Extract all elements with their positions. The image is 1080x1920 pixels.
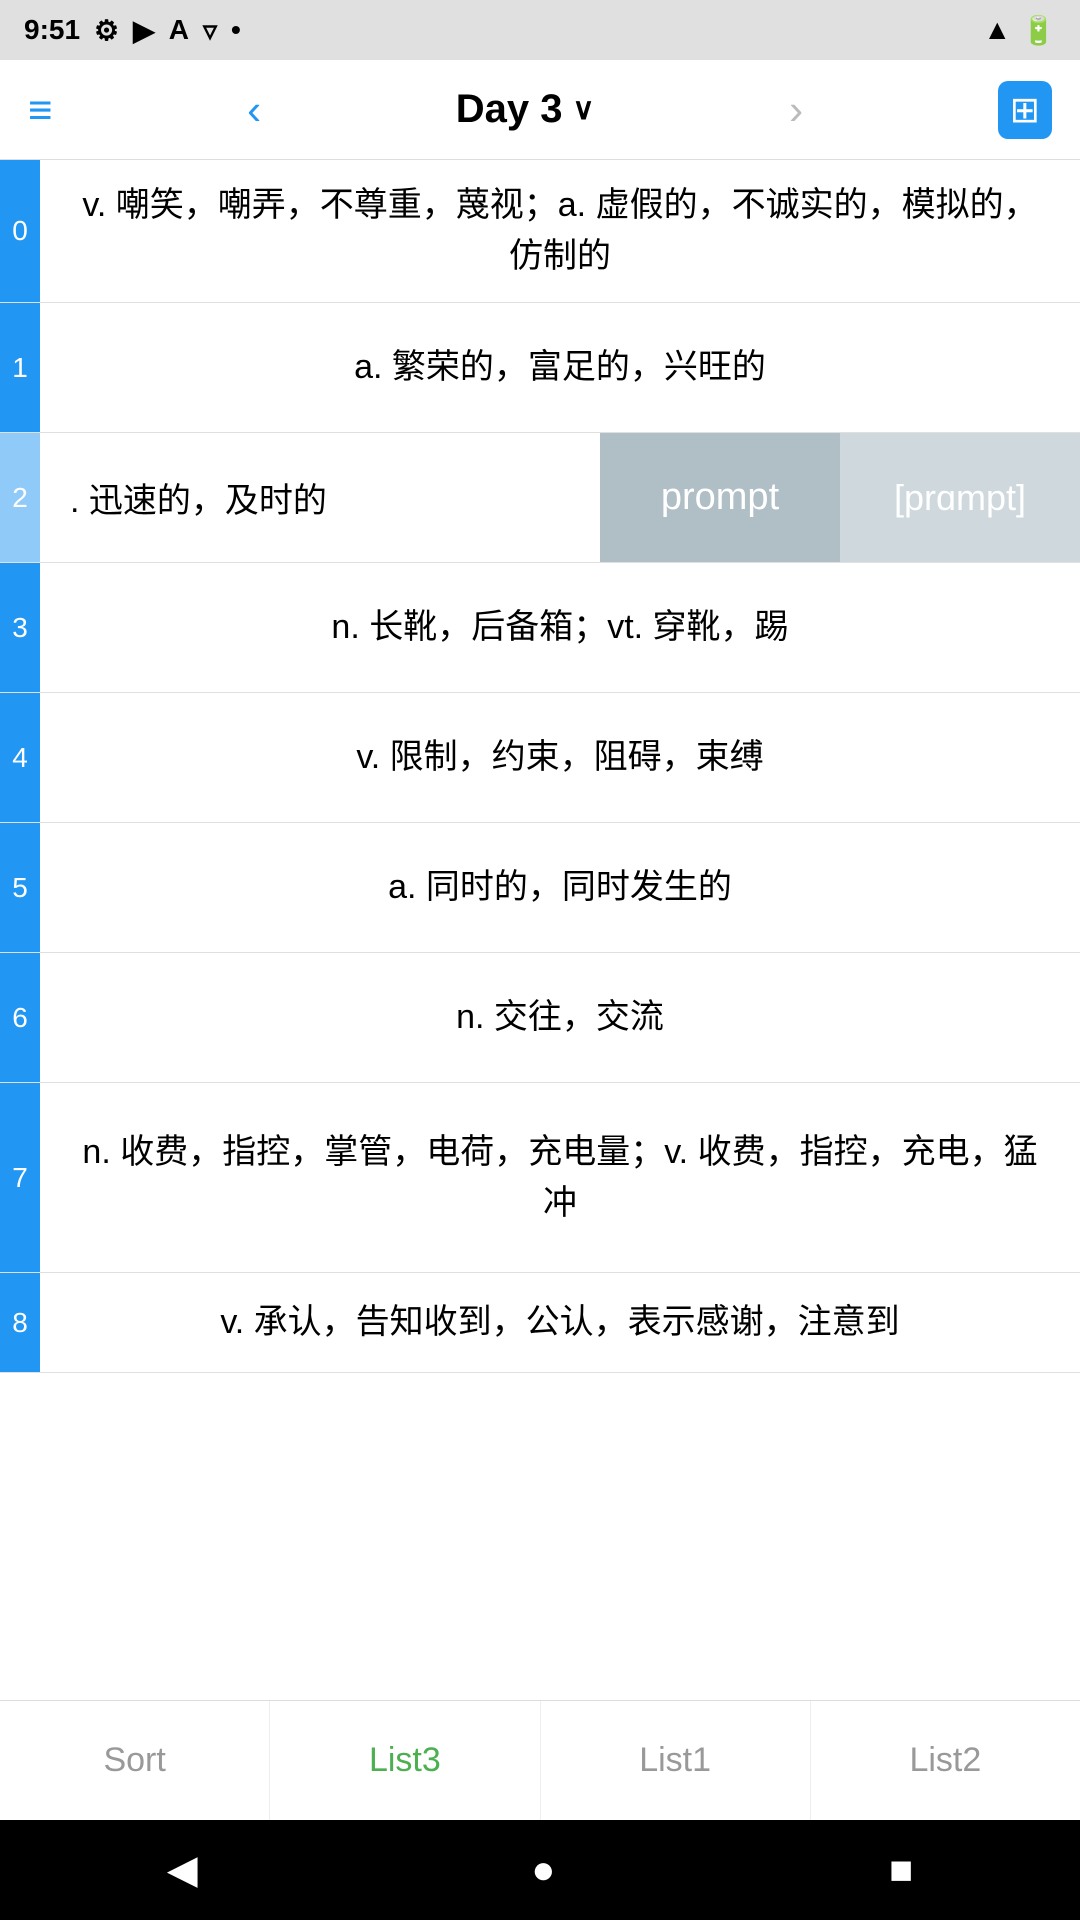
- android-nav-bar: ◀ ● ■: [0, 1820, 1080, 1920]
- word-index: 8: [0, 1273, 40, 1372]
- menu-icon[interactable]: ≡: [28, 86, 53, 134]
- wifi-icon: ▿: [203, 14, 217, 47]
- bottom-tab-bar: Sort List3 List1 List2: [0, 1700, 1080, 1820]
- android-back-button[interactable]: ◀: [167, 1847, 198, 1893]
- font-icon: A: [169, 14, 189, 46]
- word-item[interactable]: 0 v. 嘲笑，嘲弄，不尊重，蔑视；a. 虚假的，不诚实的，模拟的，仿制的: [0, 160, 1080, 303]
- word-definition: a. 繁荣的，富足的，兴旺的: [40, 303, 1080, 432]
- tab-list2[interactable]: List2: [811, 1701, 1080, 1820]
- chevron-down-icon: ∨: [573, 92, 595, 127]
- word-definition: v. 限制，约束，阻碍，束缚: [40, 693, 1080, 822]
- tab-list3[interactable]: List3: [270, 1701, 540, 1820]
- word-item[interactable]: 4 v. 限制，约束，阻碍，束缚: [0, 693, 1080, 823]
- word-item[interactable]: 3 n. 长靴，后备箱；vt. 穿靴，踢: [0, 563, 1080, 693]
- word-definition: v. 嘲笑，嘲弄，不尊重，蔑视；a. 虚假的，不诚实的，模拟的，仿制的: [40, 160, 1080, 302]
- play-icon: ▶: [133, 14, 155, 47]
- word-index: 7: [0, 1083, 40, 1272]
- word-definition: v. 承认，告知收到，公认，表示感谢，注意到: [40, 1273, 1080, 1372]
- signal-icon: ▲: [983, 14, 1011, 46]
- day-title[interactable]: Day 3 ∨: [456, 87, 595, 132]
- word-index: 0: [0, 160, 40, 302]
- tab-sort[interactable]: Sort: [0, 1701, 270, 1820]
- popup-phonetic-text: [prɑmpt]: [840, 433, 1080, 562]
- word-item[interactable]: 5 a. 同时的，同时发生的: [0, 823, 1080, 953]
- word-index: 4: [0, 693, 40, 822]
- word-item[interactable]: 1 a. 繁荣的，富足的，兴旺的: [0, 303, 1080, 433]
- android-recent-button[interactable]: ■: [889, 1848, 913, 1893]
- word-index: 2: [0, 433, 40, 562]
- battery-icon: 🔋: [1021, 14, 1056, 47]
- popup-word-text: prompt: [600, 433, 840, 562]
- tab-list1[interactable]: List1: [541, 1701, 811, 1820]
- word-index: 1: [0, 303, 40, 432]
- word-item[interactable]: 7 n. 收费，指控，掌管，电荷，充电量；v. 收费，指控，充电，猛冲: [0, 1083, 1080, 1273]
- word-list: 0 v. 嘲笑，嘲弄，不尊重，蔑视；a. 虚假的，不诚实的，模拟的，仿制的 1 …: [0, 160, 1080, 1700]
- grid-view-button[interactable]: ⊞: [998, 81, 1052, 139]
- word-definition: n. 交往，交流: [40, 953, 1080, 1082]
- word-item-with-popup[interactable]: 2 . 迅速的，及时的 prompt [prɑmpt]: [0, 433, 1080, 563]
- word-index: 5: [0, 823, 40, 952]
- word-index: 6: [0, 953, 40, 1082]
- back-button[interactable]: ‹: [247, 86, 261, 134]
- word-popup: prompt [prɑmpt]: [600, 433, 1080, 562]
- word-definition: n. 长靴，后备箱；vt. 穿靴，踢: [40, 563, 1080, 692]
- word-definition: n. 收费，指控，掌管，电荷，充电量；v. 收费，指控，充电，猛冲: [40, 1083, 1080, 1272]
- gear-icon: ⚙: [94, 14, 119, 47]
- forward-button[interactable]: ›: [789, 86, 803, 134]
- word-index: 3: [0, 563, 40, 692]
- top-nav: ≡ ‹ Day 3 ∨ › ⊞: [0, 60, 1080, 160]
- word-item-partial[interactable]: 8 v. 承认，告知收到，公认，表示感谢，注意到: [0, 1273, 1080, 1373]
- status-time: 9:51: [24, 14, 80, 46]
- dot-icon: •: [231, 14, 241, 46]
- day-title-text: Day 3: [456, 87, 563, 132]
- status-bar: 9:51 ⚙ ▶ A ▿ • ▲ 🔋: [0, 0, 1080, 60]
- word-item[interactable]: 6 n. 交往，交流: [0, 953, 1080, 1083]
- android-home-button[interactable]: ●: [531, 1848, 555, 1893]
- word-definition: a. 同时的，同时发生的: [40, 823, 1080, 952]
